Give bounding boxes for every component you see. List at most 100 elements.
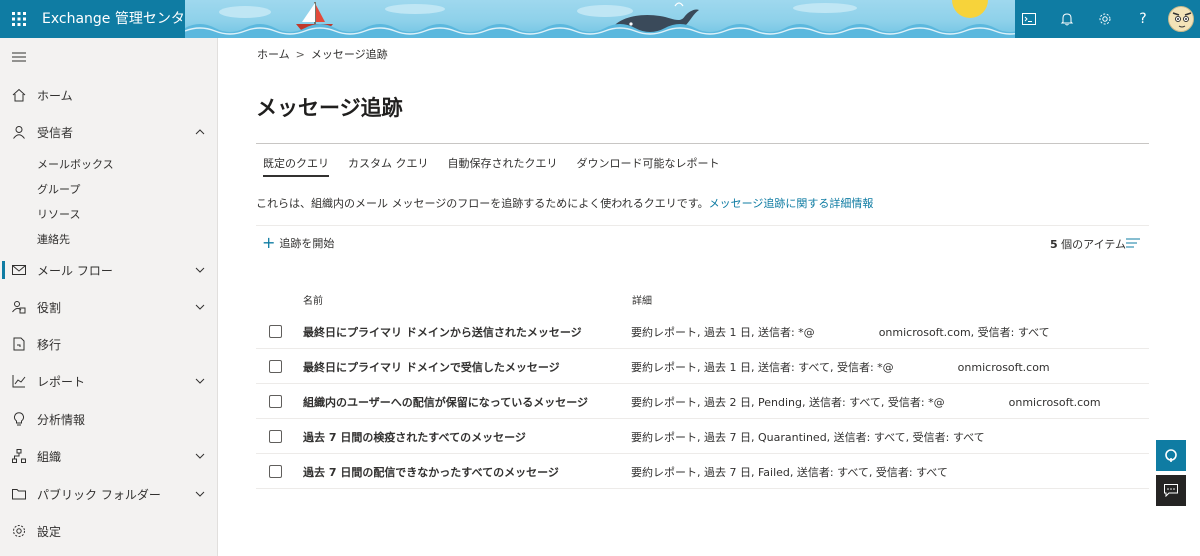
row-name[interactable]: 最終日にプライマリ ドメインから送信されたメッセージ	[303, 324, 582, 340]
sidebar-item-recipients[interactable]: 受信者	[0, 117, 218, 147]
folder-icon	[11, 486, 27, 502]
sidebar-item-organization[interactable]: 組織	[0, 441, 218, 471]
row-name[interactable]: 組織内のユーザーへの配信が保留になっているメッセージ	[303, 394, 588, 410]
row-detail-part: 要約レポート, 過去 7 日, Failed, 送信者: すべて, 受信者: す…	[631, 466, 948, 479]
sidebar-item-public-folders[interactable]: パブリック フォルダー	[0, 479, 218, 509]
settings-button[interactable]	[1086, 0, 1124, 38]
main-content: ホーム > メッセージ追跡 メッセージ追跡 既定のクエリ カスタム クエリ 自動保存…	[218, 38, 1200, 556]
row-detail: 要約レポート, 過去 2 日, Pending, 送信者: すべて, 受信者: …	[631, 394, 1101, 410]
home-icon	[11, 87, 27, 103]
feedback-button[interactable]	[1156, 475, 1186, 506]
breadcrumb: ホーム > メッセージ追跡	[257, 46, 388, 62]
tab-list: 既定のクエリ カスタム クエリ 自動保存されたクエリ ダウンロード可能なレポート	[263, 155, 739, 177]
table-row[interactable]: 組織内のユーザーへの配信が保留になっているメッセージ 要約レポート, 過去 2 …	[256, 384, 1149, 419]
row-checkbox[interactable]	[269, 395, 282, 408]
sidebar-item-insights[interactable]: 分析情報	[0, 404, 218, 434]
breadcrumb-current: メッセージ追跡	[310, 48, 388, 61]
column-header-detail[interactable]: 詳細	[632, 292, 652, 307]
migration-icon	[11, 336, 27, 352]
row-name[interactable]: 過去 7 日間の検疫されたすべてのメッセージ	[303, 429, 526, 445]
gear-icon	[1099, 13, 1111, 25]
hamburger-menu-icon[interactable]	[12, 51, 26, 63]
view-options-icon[interactable]	[1126, 238, 1140, 248]
avatar	[1168, 6, 1194, 32]
sidebar-item-label: パブリック フォルダー	[37, 487, 161, 502]
top-icon-group: ?	[1010, 0, 1200, 38]
chart-icon	[11, 373, 27, 389]
row-detail: 要約レポート, 過去 1 日, 送信者: すべて, 受信者: *@ onmicro…	[631, 359, 1050, 375]
chevron-down-icon	[195, 267, 205, 273]
breadcrumb-home[interactable]: ホーム	[257, 48, 290, 61]
row-detail: 要約レポート, 過去 1 日, 送信者: *@ onmicrosoft.com, …	[631, 324, 1050, 340]
sidebar-item-label: ホーム	[37, 88, 73, 103]
tab-downloadable-reports[interactable]: ダウンロード可能なレポート	[577, 155, 720, 177]
sidebar-item-reports[interactable]: レポート	[0, 366, 218, 396]
sidebar-item-label: 役割	[37, 300, 62, 315]
gear-icon	[11, 523, 27, 539]
roles-icon	[11, 299, 27, 315]
row-checkbox[interactable]	[269, 465, 282, 478]
mail-icon	[11, 262, 27, 278]
app-launcher-button[interactable]	[0, 0, 38, 38]
app-title[interactable]: Exchange 管理センター	[42, 0, 199, 38]
breadcrumb-separator: >	[295, 48, 305, 61]
help-assistant-button[interactable]	[1156, 440, 1186, 471]
user-avatar-button[interactable]	[1162, 0, 1200, 38]
title-divider	[256, 143, 1149, 144]
sidebar-item-home[interactable]: ホーム	[0, 80, 218, 110]
sidebar: ホーム 受信者 メールボックス グループ リソース 連絡先 メール フロー 役割…	[0, 38, 218, 556]
help-icon: ?	[1139, 11, 1147, 27]
sidebar-item-roles[interactable]: 役割	[0, 292, 218, 322]
sidebar-subitem-resources[interactable]: リソース	[37, 206, 80, 222]
help-bubble-icon	[1165, 448, 1177, 462]
chevron-down-icon	[195, 453, 205, 459]
waffle-icon	[12, 12, 26, 26]
help-button[interactable]: ?	[1124, 0, 1162, 38]
sidebar-subitem-groups[interactable]: グループ	[37, 181, 80, 197]
row-checkbox[interactable]	[269, 360, 282, 373]
cloud-shell-button[interactable]	[1010, 0, 1048, 38]
row-detail: 要約レポート, 過去 7 日, Failed, 送信者: すべて, 受信者: す…	[631, 464, 948, 480]
sidebar-item-mail-flow[interactable]: メール フロー	[0, 255, 218, 285]
item-count-number: 5	[1050, 238, 1058, 251]
row-checkbox[interactable]	[269, 325, 282, 338]
row-detail-part: 要約レポート, 過去 7 日, Quarantined, 送信者: すべて, 受…	[631, 431, 985, 444]
row-name[interactable]: 最終日にプライマリ ドメインで受信したメッセージ	[303, 359, 560, 375]
row-name[interactable]: 過去 7 日間の配信できなかったすべてのメッセージ	[303, 464, 559, 480]
chevron-up-icon	[195, 129, 205, 135]
chevron-down-icon	[195, 378, 205, 384]
sidebar-item-settings[interactable]: 設定	[0, 516, 218, 546]
table-row[interactable]: 過去 7 日間の検疫されたすべてのメッセージ 要約レポート, 過去 7 日, Q…	[256, 419, 1149, 454]
row-checkbox[interactable]	[269, 430, 282, 443]
chevron-down-icon	[195, 304, 205, 310]
row-detail-part: 要約レポート, 過去 1 日, 送信者: すべて, 受信者: *@	[631, 361, 894, 374]
start-trace-label: 追跡を開始	[279, 237, 335, 250]
row-detail-part: 要約レポート, 過去 2 日, Pending, 送信者: すべて, 受信者: …	[631, 396, 945, 409]
tab-autosaved-queries[interactable]: 自動保存されたクエリ	[448, 155, 558, 177]
row-detail-part: 要約レポート, 過去 1 日, 送信者: *@	[631, 326, 815, 339]
description-text: これらは、組織内のメール メッセージのフローを追跡するためによく使われるクエリで…	[256, 197, 709, 210]
item-count-suffix: 個のアイテム	[1057, 238, 1127, 251]
add-icon: +	[262, 233, 276, 252]
learn-more-link[interactable]: メッセージ追跡に関する詳細情報	[709, 197, 874, 210]
top-bar: Exchange 管理センター ?	[0, 0, 1200, 38]
table-row[interactable]: 最終日にプライマリ ドメインで受信したメッセージ 要約レポート, 過去 1 日,…	[256, 349, 1149, 384]
sidebar-subitem-contacts[interactable]: 連絡先	[37, 231, 70, 247]
sidebar-item-label: メール フロー	[37, 263, 113, 278]
column-header-name[interactable]: 名前	[303, 292, 323, 307]
row-detail: 要約レポート, 過去 7 日, Quarantined, 送信者: すべて, 受…	[631, 429, 985, 445]
sidebar-item-label: 分析情報	[37, 412, 86, 427]
sidebar-subitem-mailboxes[interactable]: メールボックス	[37, 156, 114, 172]
item-count: 5 個のアイテム	[1050, 236, 1126, 252]
tab-default-queries[interactable]: 既定のクエリ	[263, 155, 329, 177]
org-icon	[11, 448, 27, 464]
tab-custom-queries[interactable]: カスタム クエリ	[348, 155, 429, 177]
row-detail-domain: onmicrosoft.com	[1008, 396, 1101, 409]
start-trace-button[interactable]: + 追跡を開始	[262, 234, 334, 252]
sidebar-item-label: レポート	[37, 374, 86, 389]
table-row[interactable]: 過去 7 日間の配信できなかったすべてのメッセージ 要約レポート, 過去 7 日…	[256, 454, 1149, 489]
table-row[interactable]: 最終日にプライマリ ドメインから送信されたメッセージ 要約レポート, 過去 1 …	[256, 314, 1149, 349]
page-title: メッセージ追跡	[256, 96, 403, 120]
sidebar-item-migration[interactable]: 移行	[0, 329, 218, 359]
notifications-button[interactable]	[1048, 0, 1086, 38]
